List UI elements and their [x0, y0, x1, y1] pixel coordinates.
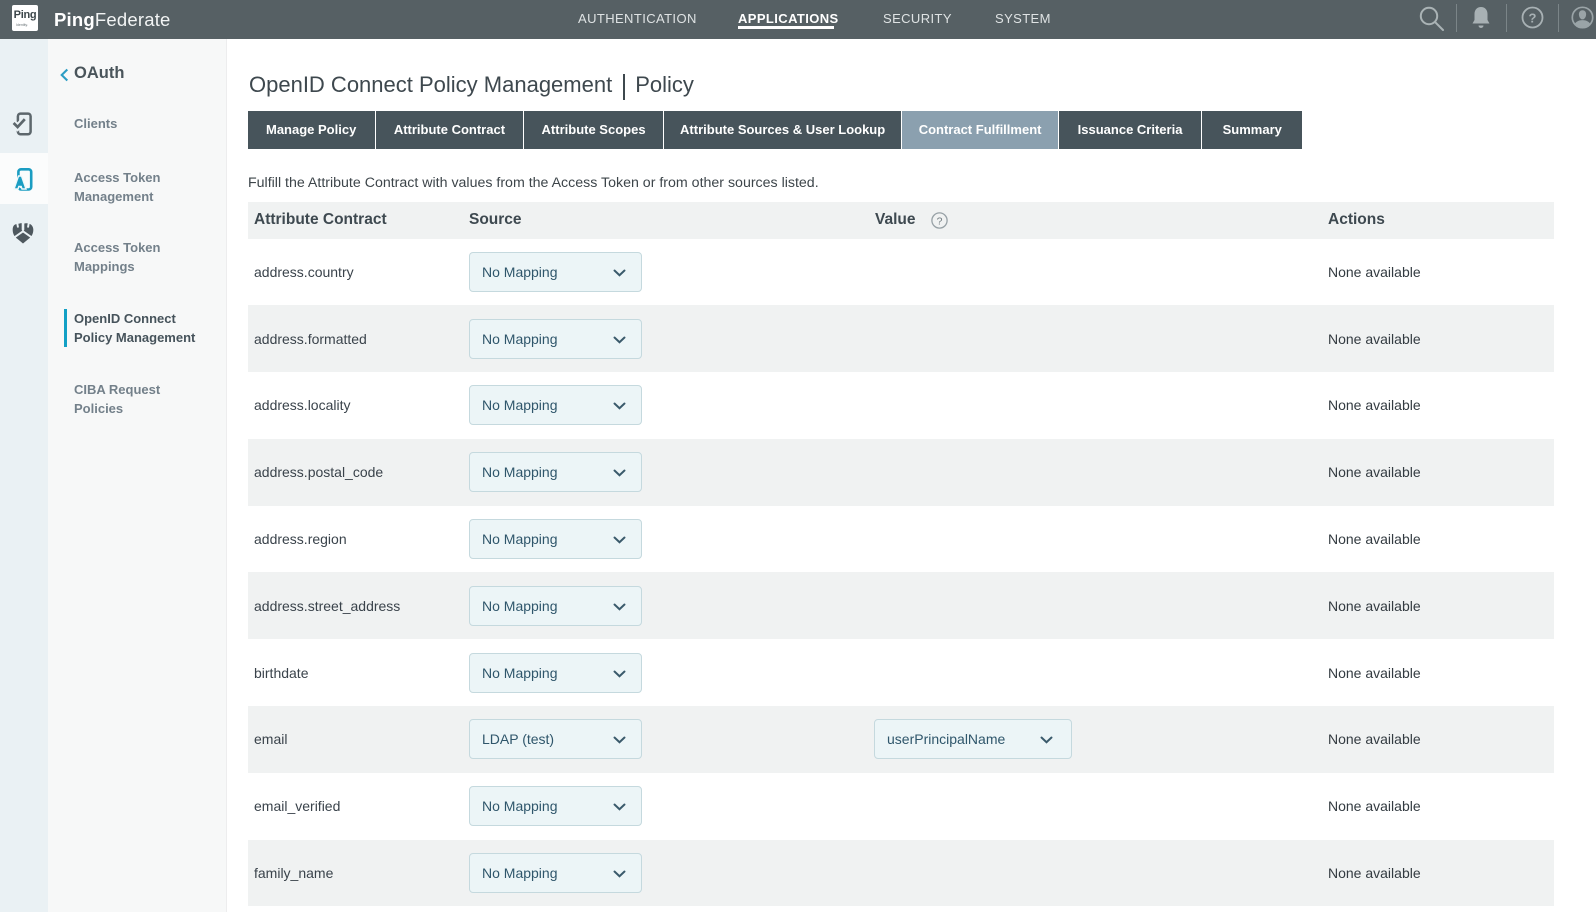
svg-text:?: ? [1529, 10, 1537, 25]
svg-text:?: ? [936, 215, 942, 227]
